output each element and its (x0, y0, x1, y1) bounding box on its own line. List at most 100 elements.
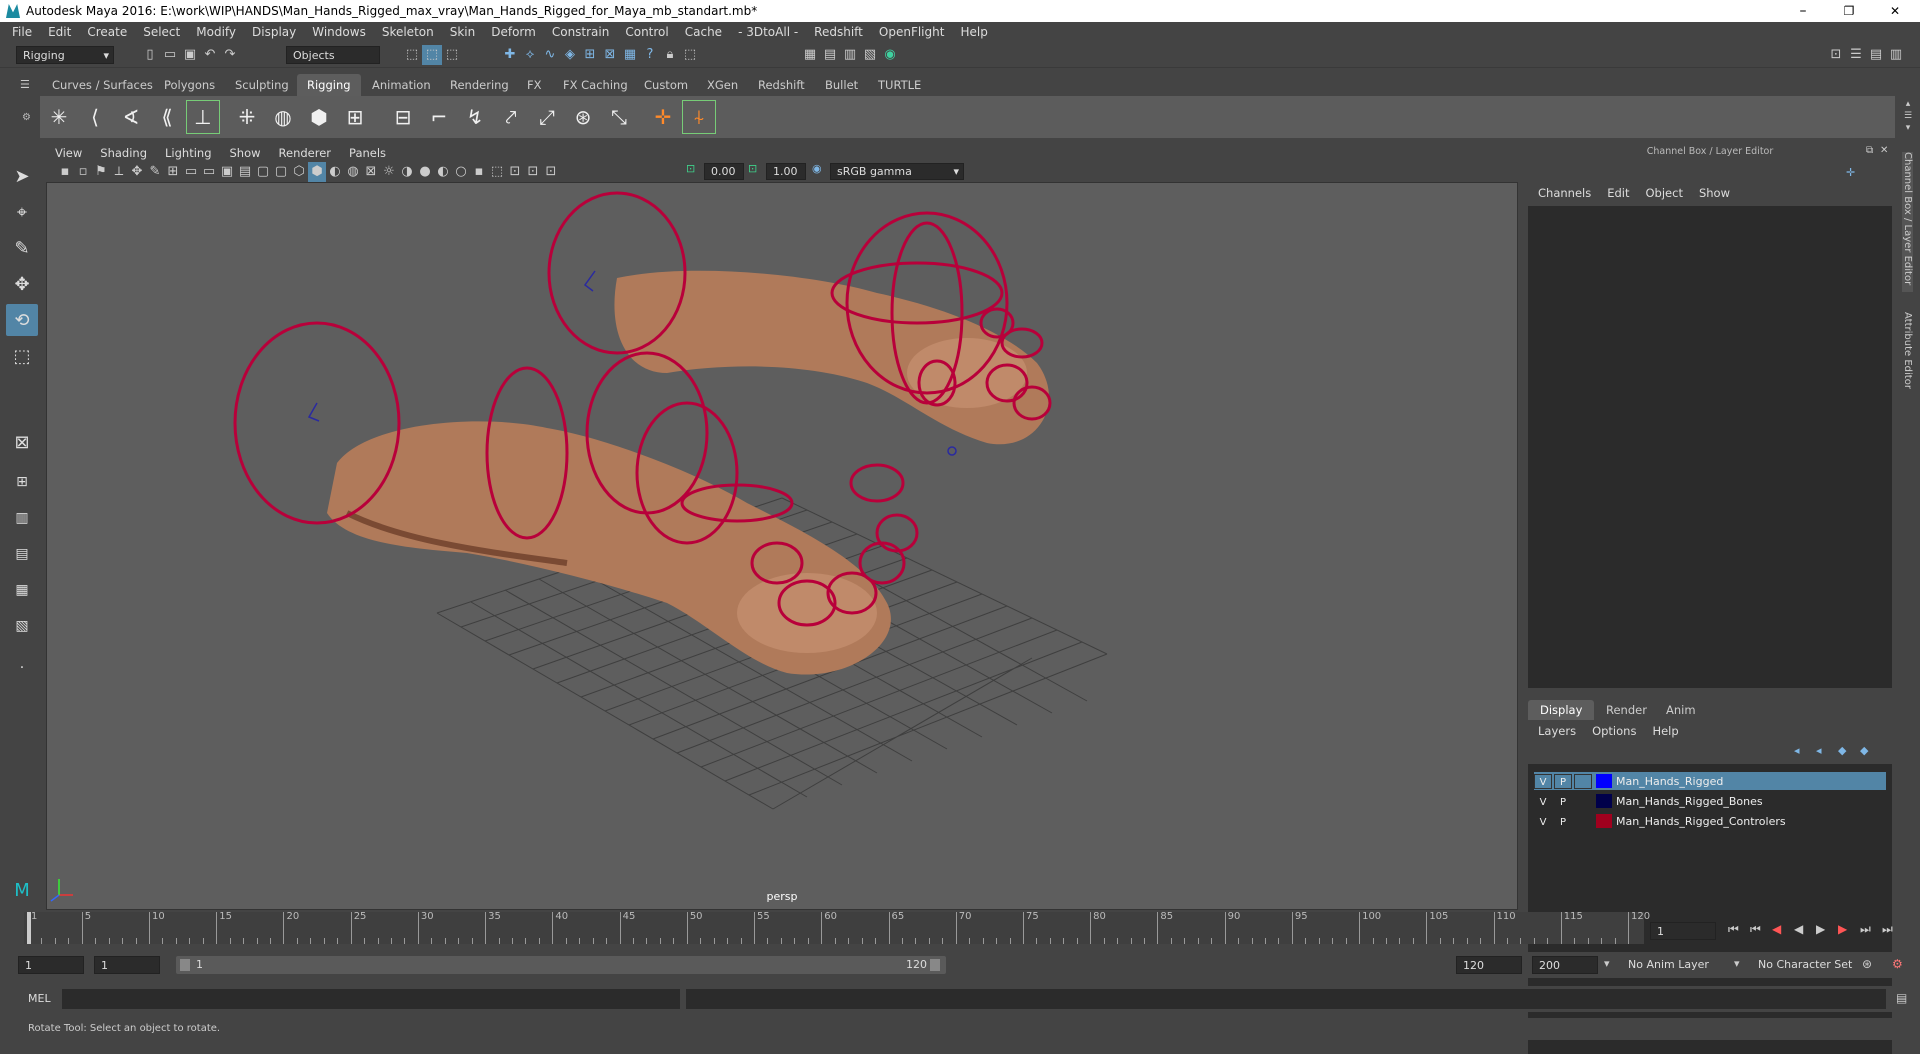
step-back-frame-icon[interactable]: ◀ (1772, 922, 1794, 937)
far-clip-icon[interactable]: ⊡ (748, 162, 757, 175)
channel-box-menu-show[interactable]: Show (1691, 186, 1738, 200)
gate-mask-icon[interactable]: ▣ (218, 162, 236, 182)
shelf-tab-rigging[interactable]: Rigging (297, 74, 361, 96)
maximize-button[interactable]: ❐ (1826, 0, 1872, 22)
viewport-menu-show[interactable]: Show (221, 146, 270, 160)
menu-control[interactable]: Control (617, 25, 676, 39)
menu-constrain[interactable]: Constrain (544, 25, 618, 39)
ipr-render-icon[interactable]: ▥ (840, 45, 860, 65)
layer-tab-render[interactable]: Render (1594, 700, 1659, 720)
scene-view[interactable] (47, 183, 1517, 909)
time-slider[interactable]: 1 5 10 15 20 25 30 35 40 45 50 55 60 65 70 75 80 85 90 95 10… (24, 911, 1650, 944)
motion-blur-icon[interactable]: ◐ (434, 162, 452, 182)
layer-visibility-toggle[interactable]: V (1534, 773, 1552, 789)
minimize-button[interactable]: – (1780, 0, 1826, 22)
side-tab-channel-box[interactable]: Channel Box / Layer Editor (1902, 152, 1913, 292)
anti-aliasing-icon[interactable]: ○ (452, 162, 470, 182)
layer-display-type[interactable] (1574, 814, 1592, 829)
new-scene-icon[interactable]: ▯ (140, 45, 160, 65)
select-dynamics-icon[interactable]: ⊠ (600, 45, 620, 65)
move-tool-icon[interactable]: ✥ (6, 268, 38, 300)
wireframe-icon[interactable]: ⬡ (290, 162, 308, 182)
layer-playback-toggle[interactable]: P (1554, 794, 1572, 809)
viewport-menu-view[interactable]: View (46, 146, 91, 160)
perspective-viewport[interactable]: persp (46, 182, 1518, 910)
layer-color-swatch[interactable] (1596, 774, 1612, 788)
shelf-scroll-arrows[interactable]: ▴ ☰ ▾ (1900, 98, 1916, 134)
shelf-options-icon[interactable]: ⚙ (22, 112, 31, 123)
near-clip-icon[interactable]: ⊡ (686, 162, 695, 175)
move-layer-down-icon[interactable]: ◂ (1816, 744, 1838, 757)
anim-layer-dropdown[interactable]: No Anim Layer (1622, 956, 1742, 974)
playback-end-field[interactable]: 120 (1456, 956, 1522, 974)
persp-outliner-layout-icon[interactable]: ▦ (6, 574, 38, 606)
playback-start-field[interactable]: 1 (94, 956, 160, 974)
lattice-icon[interactable]: ⊟ (386, 100, 420, 134)
xray-icon[interactable]: ⊡ (506, 162, 524, 182)
chevron-down-icon[interactable]: ▾ (1604, 957, 1610, 970)
step-back-key-icon[interactable]: ⏮ (1750, 922, 1772, 937)
menu-skin[interactable]: Skin (442, 25, 484, 39)
menu-edit[interactable]: Edit (40, 25, 79, 39)
channel-box-menu-object[interactable]: Object (1638, 186, 1691, 200)
close-panel-icon[interactable]: ✕ (1880, 145, 1888, 156)
range-end-handle[interactable] (930, 959, 940, 971)
command-input[interactable] (62, 989, 680, 1009)
screen-space-ao-icon[interactable]: ● (416, 162, 434, 182)
animation-preferences-icon[interactable]: ⚙ (1892, 957, 1903, 971)
color-management-icon[interactable]: ◉ (812, 162, 822, 175)
layer-menu-layers[interactable]: Layers (1530, 724, 1584, 738)
layer-menu-options[interactable]: Options (1584, 724, 1644, 738)
range-start-handle[interactable] (180, 959, 190, 971)
shelf-tab-rendering[interactable]: Rendering (440, 74, 519, 96)
layer-row[interactable]: V P Man_Hands_Rigged_Bones (1534, 792, 1886, 810)
chevron-down-icon[interactable]: ▾ (1734, 957, 1740, 970)
save-scene-icon[interactable]: ▣ (180, 45, 200, 65)
outliner-layout-icon[interactable]: ▧ (6, 610, 38, 642)
depth-of-field-icon[interactable]: ▪ (470, 162, 488, 182)
layer-playback-toggle[interactable]: P (1554, 814, 1572, 829)
open-scene-icon[interactable]: ▭ (160, 45, 180, 65)
channel-box-menu-channels[interactable]: Channels (1530, 186, 1599, 200)
channel-box-area[interactable] (1528, 206, 1892, 688)
viewport-menu-lighting[interactable]: Lighting (156, 146, 220, 160)
textured-icon[interactable]: ⊠ (362, 162, 380, 182)
side-tab-attribute-editor[interactable]: Attribute Editor (1902, 312, 1913, 389)
channel-box-toggle-icon[interactable]: ▥ (1886, 45, 1906, 65)
select-rendering-icon[interactable]: ▦ (620, 45, 640, 65)
layer-color-swatch[interactable] (1596, 794, 1612, 808)
camera-icon[interactable]: ▪ (56, 162, 74, 182)
isolate-select-icon[interactable]: ⬚ (488, 162, 506, 182)
selection-mode-dropdown[interactable]: Objects (286, 46, 380, 64)
insert-joint-icon[interactable]: ⟪ (150, 100, 184, 134)
modeling-toolkit-icon[interactable]: ⊡ (1826, 45, 1846, 65)
layer-display-type[interactable] (1574, 773, 1592, 789)
select-deformers-icon[interactable]: ⊞ (580, 45, 600, 65)
shelf-tab-redshift[interactable]: Redshift (748, 74, 815, 96)
paint-select-tool-icon[interactable]: ✎ (6, 232, 38, 264)
character-set-dropdown[interactable]: No Character Set (1752, 956, 1872, 974)
color-space-dropdown[interactable]: sRGB gamma ▾ (830, 163, 964, 180)
camera-attributes-icon[interactable]: ▫ (74, 162, 92, 182)
menu-select[interactable]: Select (135, 25, 188, 39)
render-current-icon[interactable]: ▤ (820, 45, 840, 65)
persp-graph-layout-icon[interactable]: ▤ (6, 538, 38, 570)
wireframe-on-shaded-icon[interactable]: ◍ (344, 162, 362, 182)
menu-help[interactable]: Help (952, 25, 995, 39)
parent-constraint-icon[interactable]: ⤡ (602, 100, 636, 134)
smooth-shade-icon[interactable]: ⬢ (308, 162, 326, 182)
float-panel-icon[interactable]: ⧉ (1866, 145, 1873, 156)
wrap-icon[interactable]: ↯ (458, 100, 492, 134)
layer-menu-help[interactable]: Help (1644, 724, 1686, 738)
bookmark-icon[interactable]: ⚑ (92, 162, 110, 182)
layout-options-icon[interactable]: · (6, 652, 38, 684)
shelf-tab-sculpting[interactable]: Sculpting (225, 74, 299, 96)
paint-weights-icon[interactable]: ⊞ (338, 100, 372, 134)
shelf-tab-custom[interactable]: Custom (634, 74, 698, 96)
layer-tab-anim[interactable]: Anim (1654, 700, 1708, 720)
viewport-menu-shading[interactable]: Shading (91, 146, 156, 160)
play-backwards-icon[interactable]: ◀ (1794, 922, 1816, 937)
redo-icon[interactable]: ↷ (220, 45, 240, 65)
2d-pan-zoom-icon[interactable]: ✥ (128, 162, 146, 182)
menu-modify[interactable]: Modify (188, 25, 244, 39)
